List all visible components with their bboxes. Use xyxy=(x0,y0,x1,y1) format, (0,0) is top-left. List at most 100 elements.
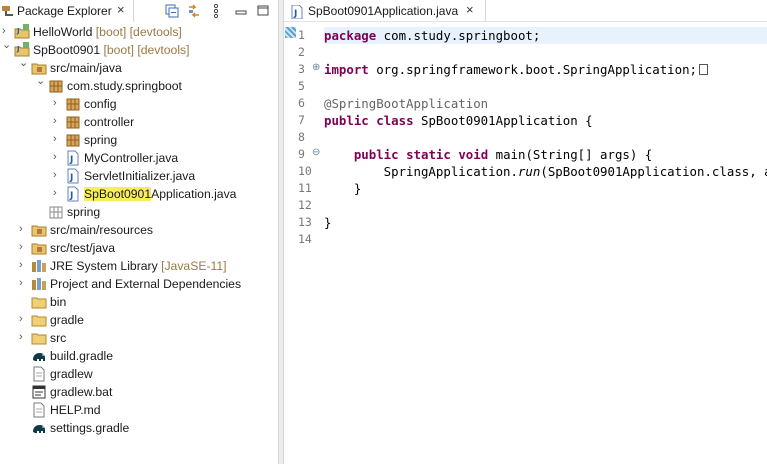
chevron-right-icon[interactable]: › xyxy=(53,132,63,146)
fold-expand-icon[interactable]: ⊕ xyxy=(312,63,322,73)
code-token: class xyxy=(376,113,414,128)
code-line[interactable]: import org.springframework.boot.SpringAp… xyxy=(324,61,708,78)
code-line[interactable]: public class SpBoot0901Application { xyxy=(324,112,593,129)
code-token: } xyxy=(324,181,362,196)
chevron-right-icon[interactable]: › xyxy=(19,276,29,290)
fold-collapse-icon[interactable]: ⊖ xyxy=(312,148,322,158)
tree-item[interactable]: spring xyxy=(0,203,278,221)
code-token: SpringApplication. xyxy=(324,164,518,179)
line-number: 5 xyxy=(298,79,305,93)
code-token: (SpBoot0901Application.class, args); xyxy=(540,164,767,179)
tree-item-label: spring xyxy=(67,205,101,219)
line-number-gutter: 1 2 3 ⊕ 5 6 7 8 9 ⊖ 10 11 12 13 14 xyxy=(298,24,322,464)
tree-item[interactable]: › J MyController.java xyxy=(0,149,278,167)
gradle-elephant-icon xyxy=(31,348,47,364)
tree-item-label: Project and External Dependencies xyxy=(50,277,242,291)
tree-item-label: src/test/java xyxy=(50,241,116,255)
tab-package-explorer[interactable]: Package Explorer × xyxy=(0,0,134,22)
tree-item[interactable]: gradlew xyxy=(0,365,278,383)
package-icon xyxy=(48,78,64,94)
svg-text:J: J xyxy=(69,155,73,165)
chevron-down-icon[interactable]: ⌄ xyxy=(19,56,29,70)
tree-item[interactable]: › src/main/resources xyxy=(0,221,278,239)
current-line-marker xyxy=(285,27,296,38)
chevron-right-icon[interactable]: › xyxy=(19,312,29,326)
folded-region-icon[interactable] xyxy=(699,64,708,75)
maximize-icon[interactable] xyxy=(256,3,272,19)
close-icon[interactable]: × xyxy=(117,2,125,17)
svg-text:J: J xyxy=(16,45,20,53)
tree-item-label: HelloWorld [boot] [devtools] xyxy=(33,25,182,39)
java-file-icon: J xyxy=(65,168,81,184)
tree-item[interactable]: build.gradle xyxy=(0,347,278,365)
tree-item[interactable]: › JRE System Library [JavaSE-11] xyxy=(0,257,278,275)
tree-item-label: SpBoot0901 [boot] [devtools] xyxy=(33,43,190,57)
tree-item[interactable]: › spring xyxy=(0,131,278,149)
line-number: 1 xyxy=(298,28,305,42)
tree-item[interactable]: › gradle xyxy=(0,311,278,329)
code-line[interactable]: } xyxy=(324,180,361,197)
folder-icon xyxy=(31,330,47,346)
svg-text:J: J xyxy=(69,173,73,183)
tree-item[interactable]: bin xyxy=(0,293,278,311)
tree-item-decoration: [boot] [devtools] xyxy=(92,25,182,39)
chevron-right-icon[interactable]: › xyxy=(19,240,29,254)
chevron-down-icon[interactable]: ⌄ xyxy=(36,74,46,88)
tree-item[interactable]: › config xyxy=(0,95,278,113)
overview-ruler[interactable] xyxy=(284,24,298,464)
code-token: run xyxy=(517,164,541,179)
code-line[interactable]: } xyxy=(324,214,331,231)
tree-item-label: src xyxy=(50,331,67,345)
editor-tab-bar: J SpBoot0901Application.java × xyxy=(284,0,767,22)
minimize-icon[interactable] xyxy=(234,3,250,19)
code-line[interactable]: public static void main(String[] args) { xyxy=(324,146,652,163)
link-with-editor-icon[interactable] xyxy=(186,3,202,19)
chevron-right-icon[interactable]: › xyxy=(19,258,29,272)
tree-item[interactable]: › controller xyxy=(0,113,278,131)
bat-file-icon xyxy=(31,384,47,400)
tree-item[interactable]: gradlew.bat xyxy=(0,383,278,401)
chevron-right-icon[interactable]: › xyxy=(53,168,63,182)
folder-icon xyxy=(31,312,47,328)
code-line[interactable]: package com.study.springboot; xyxy=(324,27,767,44)
chevron-right-icon[interactable]: › xyxy=(19,222,29,236)
code-line[interactable]: @SpringBootApplication xyxy=(324,95,488,112)
tree-item-label: gradlew.bat xyxy=(50,385,113,399)
chevron-right-icon[interactable]: › xyxy=(53,186,63,200)
java-editor: J SpBoot0901Application.java × 1 2 3 ⊕ 5 6 7 8 9… xyxy=(284,0,767,464)
tree-item[interactable]: › J SpBoot0901Application.java xyxy=(0,185,278,203)
code-token: org.springframework.boot.SpringApplicati… xyxy=(368,62,697,77)
chevron-right-icon[interactable]: › xyxy=(2,24,12,38)
chevron-right-icon[interactable]: › xyxy=(53,114,63,128)
tree-item-label: src/main/resources xyxy=(50,223,153,237)
java-file-icon: J xyxy=(291,4,303,22)
close-icon[interactable]: × xyxy=(466,2,474,17)
chevron-down-icon[interactable]: ⌄ xyxy=(2,38,12,52)
view-menu-icon[interactable] xyxy=(212,3,228,19)
code-area[interactable]: package com.study.springboot; import org.… xyxy=(324,24,767,464)
tree-item[interactable]: › src/test/java xyxy=(0,239,278,257)
tree-item[interactable]: HELP.md xyxy=(0,401,278,419)
tree-item[interactable]: ⌄ com.study.springboot xyxy=(0,74,278,95)
tree-item-label: HELP.md xyxy=(50,403,101,417)
tree-item[interactable]: › J ServletInitializer.java xyxy=(0,167,278,185)
folder-icon xyxy=(31,294,47,310)
tab-spboot0901application-java[interactable]: J SpBoot0901Application.java × xyxy=(284,0,486,22)
code-token: main(String[] args) { xyxy=(488,147,653,162)
tree-item-label: controller xyxy=(84,115,135,129)
tree-item[interactable]: settings.gradle xyxy=(0,419,278,437)
collapse-all-icon[interactable] xyxy=(164,3,180,19)
code-token: public xyxy=(324,113,369,128)
tree-item[interactable]: › J HelloWorld [boot] [devtools] xyxy=(0,23,278,41)
chevron-right-icon[interactable]: › xyxy=(19,330,29,344)
tree-item[interactable]: › src xyxy=(0,329,278,347)
tree-item[interactable]: ⌄ J SpBoot0901 [boot] [devtools] xyxy=(0,38,278,59)
chevron-right-icon[interactable]: › xyxy=(53,96,63,110)
source-folder-icon xyxy=(31,240,47,256)
line-number: 2 xyxy=(298,45,305,59)
chevron-right-icon[interactable]: › xyxy=(53,150,63,164)
line-number: 12 xyxy=(298,198,312,212)
code-line[interactable]: SpringApplication.run(SpBoot0901Applicat… xyxy=(324,163,767,180)
tree-item[interactable]: › Project and External Dependencies xyxy=(0,275,278,293)
